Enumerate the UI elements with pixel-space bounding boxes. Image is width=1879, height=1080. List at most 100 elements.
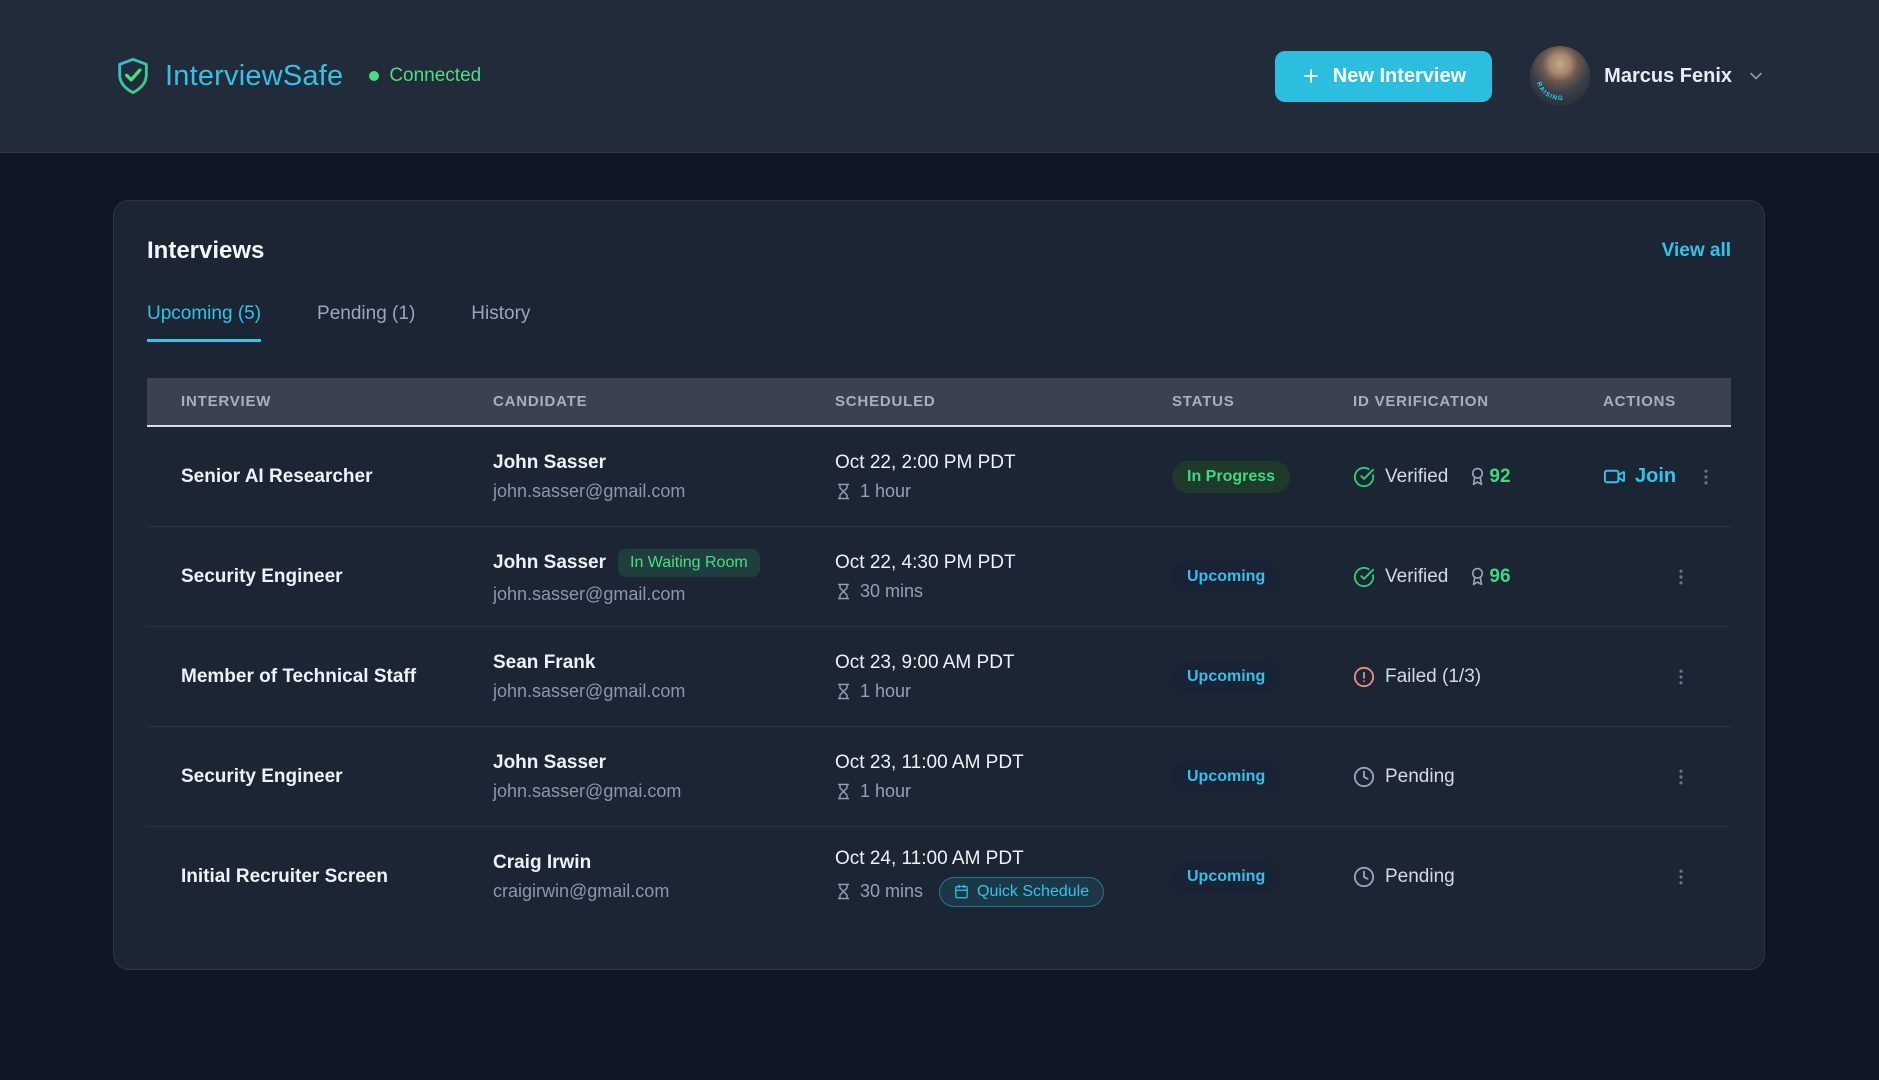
tab-bar: Upcoming (5) Pending (1) History: [147, 303, 1731, 342]
check-circle-icon: [1353, 466, 1375, 488]
schedule-date: Oct 22, 2:00 PM PDT: [835, 452, 1138, 474]
duration: 1 hour: [860, 481, 911, 502]
schedule-date: Oct 23, 11:00 AM PDT: [835, 752, 1138, 774]
scheduled-cell: Oct 22, 4:30 PM PDT 30 mins: [801, 552, 1138, 602]
join-label: Join: [1635, 465, 1676, 488]
status-cell: Upcoming: [1138, 861, 1319, 893]
verification-label: Verified: [1385, 466, 1448, 488]
interviews-table: INTERVIEW CANDIDATE SCHEDULED STATUS ID …: [147, 378, 1731, 927]
quick-schedule-label: Quick Schedule: [977, 883, 1089, 901]
candidate-email: john.sasser@gmail.com: [493, 681, 801, 702]
verification-label: Pending: [1385, 766, 1455, 788]
user-menu[interactable]: RAISING SEED Marcus Fenix: [1530, 46, 1766, 106]
trust-score-value: 92: [1489, 466, 1510, 488]
check-circle-icon: [1353, 566, 1375, 588]
status-badge: In Progress: [1172, 461, 1290, 493]
connection-status: Connected: [369, 65, 481, 87]
chevron-down-icon: [1746, 66, 1766, 86]
trust-score-value: 96: [1489, 566, 1510, 588]
column-candidate: CANDIDATE: [459, 393, 801, 410]
interviews-card: Interviews View all Upcoming (5) Pending…: [113, 200, 1765, 970]
user-name: Marcus Fenix: [1604, 65, 1732, 88]
trust-score: 96: [1468, 566, 1510, 588]
interview-title: Security Engineer: [181, 766, 343, 787]
table-body: Senior AI Researcher John Sasser john.sa…: [147, 427, 1731, 927]
status-dot-icon: [369, 71, 379, 81]
status-cell: Upcoming: [1138, 661, 1319, 693]
scheduled-cell: Oct 22, 2:00 PM PDT 1 hour: [801, 452, 1138, 502]
tab-pending[interactable]: Pending (1): [317, 303, 415, 342]
alert-circle-icon: [1353, 666, 1375, 688]
candidate-email: john.sasser@gmail.com: [493, 481, 801, 502]
shield-check-icon: [113, 55, 153, 97]
actions-cell: [1569, 563, 1731, 591]
top-bar: InterviewSafe Connected New Interview RA…: [0, 0, 1879, 153]
video-camera-icon: [1603, 465, 1626, 488]
actions-cell: [1569, 863, 1731, 891]
column-scheduled: SCHEDULED: [801, 393, 1138, 410]
candidate-cell: Sean Frank john.sasser@gmail.com: [459, 652, 801, 702]
candidate-email: john.sasser@gmail.com: [493, 584, 801, 605]
interview-title: Security Engineer: [181, 566, 343, 587]
verification-label: Pending: [1385, 866, 1455, 888]
table-row: Initial Recruiter Screen Craig Irwin cra…: [147, 827, 1731, 927]
table-row: Security Engineer John Sasser In Waiting…: [147, 527, 1731, 627]
status-badge: Upcoming: [1172, 761, 1280, 793]
candidate-name: John Sasser: [493, 452, 606, 474]
verification-label: Failed (1/3): [1385, 666, 1481, 688]
new-interview-button[interactable]: New Interview: [1275, 51, 1492, 102]
table-row: Senior AI Researcher John Sasser john.sa…: [147, 427, 1731, 527]
verification-cell: Failed (1/3): [1319, 666, 1569, 688]
status-cell: Upcoming: [1138, 561, 1319, 593]
interview-title: Initial Recruiter Screen: [181, 866, 388, 887]
join-button[interactable]: Join: [1603, 465, 1676, 488]
avatar-arc-text: RAISING SEED: [1530, 46, 1567, 102]
verification-cell: Verified 96: [1319, 566, 1569, 588]
hourglass-icon: [835, 683, 852, 700]
status-cell: Upcoming: [1138, 761, 1319, 793]
candidate-cell: Craig Irwin craigirwin@gmail.com: [459, 852, 801, 902]
status-badge: Upcoming: [1172, 661, 1280, 693]
row-menu-button[interactable]: [1667, 863, 1695, 891]
scheduled-cell: Oct 23, 11:00 AM PDT 1 hour: [801, 752, 1138, 802]
interview-cell: Senior AI Researcher: [147, 466, 459, 488]
schedule-date: Oct 22, 4:30 PM PDT: [835, 552, 1138, 574]
award-icon: [1468, 467, 1487, 486]
quick-schedule-badge[interactable]: Quick Schedule: [939, 877, 1104, 907]
view-all-link[interactable]: View all: [1662, 240, 1731, 262]
candidate-cell: John Sasser john.sasser@gmail.com: [459, 452, 801, 502]
column-actions: ACTIONS: [1569, 393, 1731, 410]
duration: 1 hour: [860, 681, 911, 702]
hourglass-icon: [835, 483, 852, 500]
column-id-verification: ID VERIFICATION: [1319, 393, 1569, 410]
tab-history[interactable]: History: [471, 303, 530, 342]
candidate-name: John Sasser: [493, 752, 606, 774]
connection-status-label: Connected: [389, 65, 481, 87]
trust-score: 92: [1468, 466, 1510, 488]
waiting-room-badge: In Waiting Room: [618, 549, 760, 577]
candidate-name: Craig Irwin: [493, 852, 591, 874]
row-menu-button[interactable]: [1667, 563, 1695, 591]
row-menu-button[interactable]: [1667, 763, 1695, 791]
scheduled-cell: Oct 24, 11:00 AM PDT 30 mins: [801, 848, 1138, 907]
tab-upcoming[interactable]: Upcoming (5): [147, 303, 261, 342]
app-logo: InterviewSafe: [113, 55, 343, 97]
interview-cell: Initial Recruiter Screen: [147, 866, 459, 888]
verification-cell: Pending: [1319, 866, 1569, 888]
interview-cell: Security Engineer: [147, 766, 459, 788]
verification-cell: Verified 92: [1319, 466, 1569, 488]
scheduled-cell: Oct 23, 9:00 AM PDT 1 hour: [801, 652, 1138, 702]
schedule-date: Oct 23, 9:00 AM PDT: [835, 652, 1138, 674]
actions-cell: [1569, 663, 1731, 691]
candidate-email: craigirwin@gmail.com: [493, 881, 801, 902]
table-header: INTERVIEW CANDIDATE SCHEDULED STATUS ID …: [147, 378, 1731, 427]
row-menu-button[interactable]: [1692, 463, 1720, 491]
clock-icon: [1353, 866, 1375, 888]
candidate-cell: John Sasser In Waiting Room john.sasser@…: [459, 549, 801, 605]
interview-title: Member of Technical Staff: [181, 666, 416, 687]
duration: 30 mins: [860, 881, 923, 902]
award-icon: [1468, 567, 1487, 586]
candidate-name: John Sasser: [493, 552, 606, 574]
actions-cell: [1569, 763, 1731, 791]
row-menu-button[interactable]: [1667, 663, 1695, 691]
